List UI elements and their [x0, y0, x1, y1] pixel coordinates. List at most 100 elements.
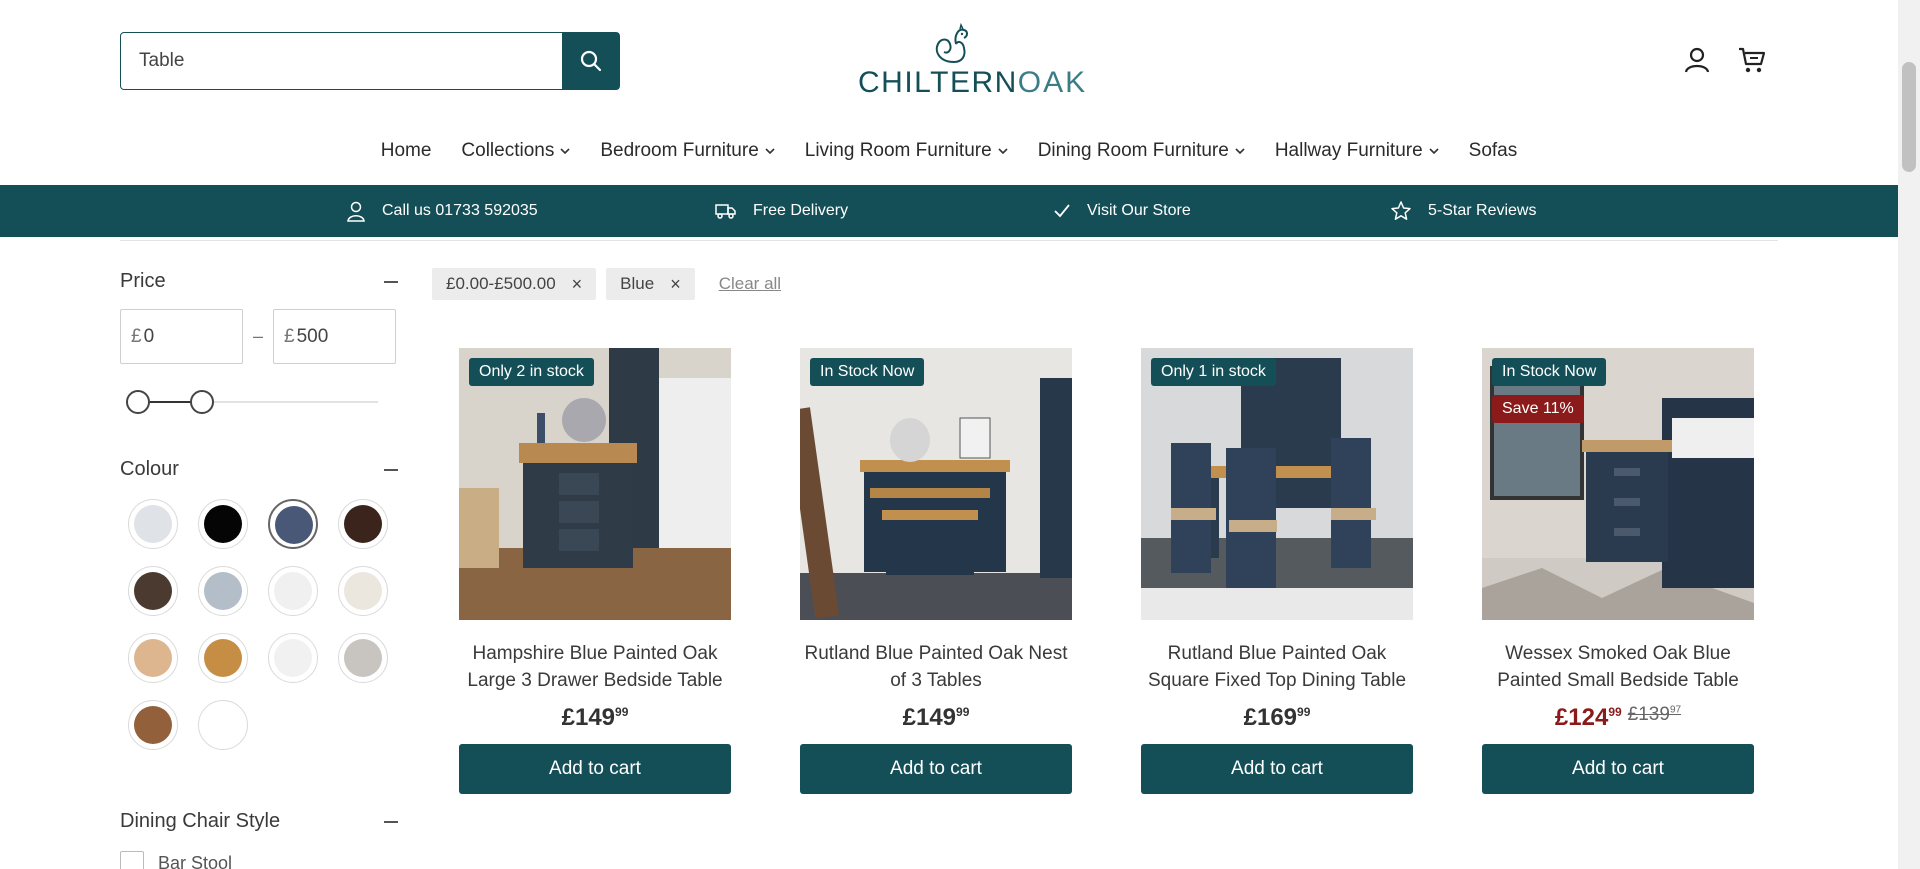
colour-swatch-dark-brown[interactable] — [338, 499, 388, 549]
product-image[interactable]: Only 1 in stock — [1141, 348, 1413, 620]
slider-handle-min[interactable] — [126, 390, 150, 414]
logo-text-light: OAK — [1017, 66, 1088, 99]
colour-swatch-black[interactable] — [198, 499, 248, 549]
price-pence: 99 — [1297, 705, 1311, 719]
scrollbar[interactable] — [1898, 0, 1920, 869]
collapse-icon[interactable] — [384, 820, 398, 823]
product-image[interactable]: In Stock Now Save 11% — [1482, 348, 1754, 620]
price-max-value: 500 — [296, 325, 329, 347]
product-image[interactable]: In Stock Now — [800, 348, 1072, 620]
user-icon — [347, 201, 365, 222]
search-button[interactable] — [562, 33, 619, 89]
product-name[interactable]: Rutland Blue Painted Oak Square Fixed To… — [1141, 640, 1413, 694]
product-name[interactable]: Wessex Smoked Oak Blue Painted Small Bed… — [1482, 640, 1754, 694]
filter-chip-colour[interactable]: Blue × — [606, 268, 695, 300]
product-name[interactable]: Hampshire Blue Painted Oak Large 3 Drawe… — [459, 640, 731, 694]
filter-title: Dining Chair Style — [120, 810, 281, 832]
site-logo[interactable]: CHILTERNOAK — [856, 22, 1085, 99]
usp-reviews[interactable]: 5-Star Reviews — [1390, 185, 1536, 237]
collapse-icon[interactable] — [384, 280, 398, 283]
product-price: £14999 — [800, 704, 1072, 732]
stock-badge: In Stock Now — [810, 358, 925, 386]
star-icon — [1391, 201, 1411, 220]
colour-swatch-smoked-oak[interactable] — [128, 566, 178, 616]
colour-swatch-pale-blue[interactable] — [198, 566, 248, 616]
add-to-cart-button[interactable]: Add to cart — [459, 744, 731, 794]
swatch-fill — [344, 505, 382, 543]
add-to-cart-button[interactable]: Add to cart — [1482, 744, 1754, 794]
nav-sofas[interactable]: Sofas — [1454, 140, 1533, 162]
nav-dining-room-furniture[interactable]: Dining Room Furniture — [1023, 140, 1260, 162]
colour-swatch-oak[interactable] — [198, 633, 248, 683]
product-photo — [800, 348, 1072, 620]
main-nav: Home Collections Bedroom Furniture Livin… — [0, 140, 1898, 162]
site-header: CHILTERNOAK — [0, 0, 1898, 118]
price-filter-header[interactable]: Price — [120, 270, 398, 293]
logo-wordmark: CHILTERNOAK — [858, 66, 1087, 100]
swatch-fill — [134, 639, 172, 677]
swatch-fill — [344, 639, 382, 677]
colour-swatch-walnut[interactable] — [128, 700, 178, 750]
cart-icon[interactable] — [1737, 46, 1767, 74]
slider-handle-max[interactable] — [190, 390, 215, 414]
was-price: £13997 — [1627, 704, 1682, 725]
colour-swatch-light-oak[interactable] — [128, 633, 178, 683]
nav-hallway-furniture[interactable]: Hallway Furniture — [1260, 140, 1454, 162]
add-to-cart-button[interactable]: Add to cart — [1141, 744, 1413, 794]
colour-swatch-stone[interactable] — [338, 633, 388, 683]
colour-swatch-clear[interactable] — [198, 700, 248, 750]
usp-phone[interactable]: Call us 01733 592035 — [346, 185, 538, 237]
price-max-field[interactable]: £ 500 — [273, 309, 397, 364]
clear-all-link[interactable]: Clear all — [719, 274, 781, 294]
product-card: In Stock Now Save 11% Wessex Smoked Oak … — [1482, 348, 1754, 794]
price-main: £16999 — [1243, 704, 1311, 731]
swatch-fill — [275, 506, 313, 544]
product-card: Only 2 in stock Hampshire Blue Painted O… — [459, 348, 731, 794]
product-photo — [1482, 348, 1754, 620]
nav-home[interactable]: Home — [366, 140, 447, 162]
nav-bedroom-furniture[interactable]: Bedroom Furniture — [585, 140, 789, 162]
squirrel-logo-icon — [935, 22, 968, 63]
close-icon[interactable]: × — [572, 274, 583, 295]
usp-store[interactable]: Visit Our Store — [1053, 185, 1191, 237]
was-pence: 97 — [1669, 704, 1682, 716]
search-bar — [120, 32, 620, 90]
filter-title: Price — [120, 270, 166, 292]
scrollbar-thumb[interactable] — [1902, 62, 1916, 172]
product-price: £12499 £13997 — [1482, 704, 1754, 732]
colour-swatch-light-grey[interactable] — [128, 499, 178, 549]
nav-living-room-furniture[interactable]: Living Room Furniture — [790, 140, 1023, 162]
price-min-value: 0 — [143, 325, 155, 347]
close-icon[interactable]: × — [670, 274, 681, 295]
price-min-field[interactable]: £ 0 — [120, 309, 243, 364]
dining-chair-style-filter-header[interactable]: Dining Chair Style — [120, 810, 398, 833]
colour-swatch-white[interactable] — [268, 566, 318, 616]
account-icon[interactable] — [1683, 46, 1711, 74]
add-to-cart-button[interactable]: Add to cart — [800, 744, 1072, 794]
price-pence: 99 — [956, 705, 970, 719]
price-range-slider[interactable] — [120, 382, 398, 422]
product-card: In Stock Now Rutland Blue Painted Oak Ne… — [800, 348, 1072, 794]
usp-delivery[interactable]: Free Delivery — [715, 185, 848, 237]
colour-swatch-blue[interactable] — [268, 499, 318, 549]
swatch-fill — [204, 639, 242, 677]
nav-label: Sofas — [1468, 140, 1518, 161]
product-name[interactable]: Rutland Blue Painted Oak Nest of 3 Table… — [800, 640, 1072, 694]
product-photo — [1141, 348, 1413, 620]
colour-filter-header[interactable]: Colour — [120, 458, 398, 481]
usp-label: 5-Star Reviews — [1428, 202, 1537, 219]
collapse-icon[interactable] — [384, 468, 398, 471]
filter-chip-price[interactable]: £0.00-£500.00 × — [432, 268, 597, 300]
product-price: £16999 — [1141, 704, 1413, 732]
search-input[interactable] — [121, 33, 562, 89]
check-icon — [1054, 204, 1070, 218]
product-price: £14999 — [459, 704, 731, 732]
product-image[interactable]: Only 2 in stock — [459, 348, 731, 620]
colour-swatch-off-white[interactable] — [268, 633, 318, 683]
nav-collections[interactable]: Collections — [446, 140, 585, 162]
filter-option[interactable]: Bar Stool — [120, 851, 398, 869]
colour-swatch-cream[interactable] — [338, 566, 388, 616]
price-pence: 99 — [615, 705, 629, 719]
checkbox[interactable] — [120, 851, 144, 869]
filter-title: Colour — [120, 458, 179, 480]
